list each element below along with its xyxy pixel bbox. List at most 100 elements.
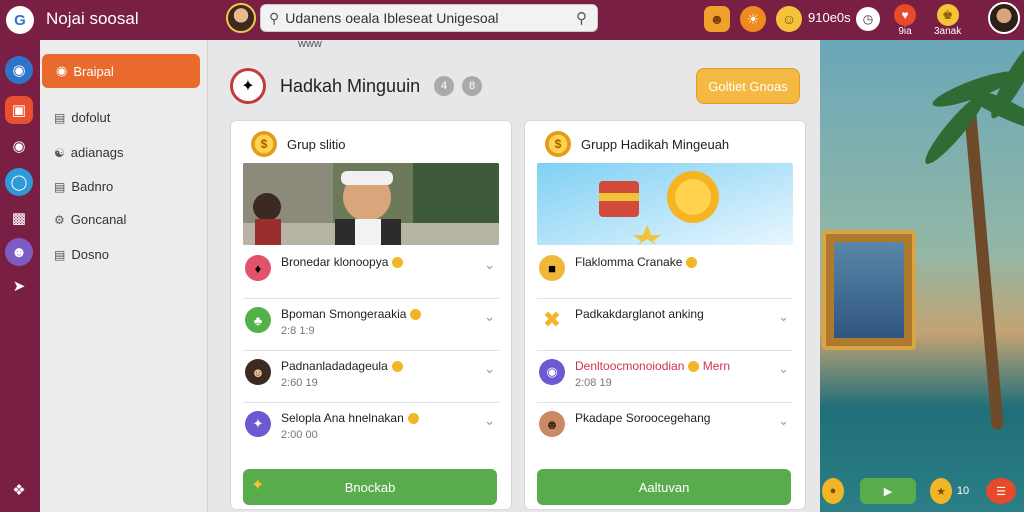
people-icon: ☯ bbox=[54, 145, 65, 160]
coin-badge-icon bbox=[686, 257, 698, 269]
game-bottom-bar: ● ▶ ★ 10 ☰ bbox=[820, 474, 1024, 510]
chat-icon[interactable]: ◯ bbox=[5, 168, 33, 196]
gift-icon: ♦ bbox=[245, 255, 271, 281]
coin-badge-icon bbox=[688, 361, 700, 373]
header-badge-1[interactable]: 4 bbox=[434, 76, 454, 96]
list-item-extra: Mern bbox=[702, 359, 731, 373]
sidebar-item-5-label: Dosno bbox=[71, 247, 109, 262]
list-item[interactable]: ✖ Padkakdarglanot anking ⌄ bbox=[537, 299, 793, 351]
right-card-title: Grupp Hadikah Mingeuah bbox=[581, 137, 730, 152]
sidebar-item-5[interactable]: ▤ Dosno bbox=[54, 247, 109, 262]
coin-badge-icon bbox=[392, 257, 404, 269]
group-icon[interactable]: ☻ bbox=[5, 238, 33, 266]
coin-button-icon[interactable]: ● bbox=[822, 478, 844, 504]
list-item-label: Selopla Ana hnelnakan bbox=[281, 411, 404, 425]
fire-icon[interactable]: ☀ bbox=[740, 6, 766, 32]
left-card-button[interactable]: ✦ Bnockab bbox=[243, 469, 497, 505]
chevron-down-icon[interactable]: ⌄ bbox=[484, 257, 495, 273]
mini-status-1-label: 9ia bbox=[898, 26, 912, 37]
arrow-right-icon[interactable]: ▶ bbox=[860, 478, 916, 504]
left-card-title: Grup slitio bbox=[287, 137, 346, 152]
coin-badge-icon bbox=[407, 413, 419, 425]
list-item[interactable]: ◉ Denltoocmonoiodian Mern 2:08 19 ⌄ bbox=[537, 351, 793, 403]
coin-badge-icon bbox=[410, 309, 422, 321]
person-avatar-icon: ☻ bbox=[245, 359, 271, 385]
list-item[interactable]: ■ Flaklomma Cranake bbox=[537, 247, 793, 299]
game-controller-icon[interactable]: ◉ bbox=[5, 132, 33, 160]
action-button[interactable]: Goltiet Gnoas bbox=[696, 68, 800, 104]
settings-icon[interactable]: ❖ bbox=[5, 476, 33, 504]
mini-status-2[interactable]: ♚ 3anak bbox=[934, 4, 961, 37]
search-icon: ⚲ bbox=[269, 9, 280, 26]
coin-icon: $ bbox=[251, 131, 277, 157]
star-icon: ✦ bbox=[251, 477, 265, 494]
chevron-down-icon[interactable]: ⌄ bbox=[484, 361, 495, 377]
search-bar[interactable]: ⚲ ⚲ bbox=[260, 4, 598, 32]
chevron-down-icon[interactable]: ⌄ bbox=[778, 361, 789, 377]
portrait-image bbox=[834, 242, 904, 338]
search-submit-icon[interactable]: ⚲ bbox=[576, 9, 587, 27]
chevron-down-icon[interactable]: ⌄ bbox=[484, 413, 495, 429]
trophy-icon: ♚ bbox=[936, 4, 959, 26]
friend-avatar[interactable] bbox=[226, 3, 256, 33]
list-item-time: 2:00 00 bbox=[281, 429, 318, 441]
portrait-frame[interactable] bbox=[822, 230, 916, 350]
list-item-time: 2:60 19 bbox=[281, 377, 318, 389]
sidebar-item-3[interactable]: ▤ Badnro bbox=[54, 179, 113, 194]
clock-icon[interactable]: ◷ bbox=[856, 7, 880, 31]
icon-rail: ◉ ▣ ◉ ◯ ▩ ☻ ➤ ❖ bbox=[0, 40, 40, 512]
left-card-photo[interactable] bbox=[243, 163, 499, 245]
sidebar-item-1-label: dofolut bbox=[71, 110, 111, 125]
right-card-button[interactable]: Aaltuvan bbox=[537, 469, 791, 505]
coin-badge-icon bbox=[391, 361, 403, 373]
globe-icon[interactable]: ◉ bbox=[5, 56, 33, 84]
document-icon: ▤ bbox=[54, 110, 66, 125]
sidebar-item-1[interactable]: ▤ dofolut bbox=[54, 110, 110, 125]
palm-tree bbox=[964, 110, 1004, 430]
mini-status-1[interactable]: ♥ 9ia bbox=[894, 4, 916, 37]
user-avatar[interactable] bbox=[988, 2, 1020, 34]
chevron-down-icon[interactable]: ⌄ bbox=[484, 309, 495, 325]
list-item[interactable]: ♦ Bronedar klonoopya ⌄ bbox=[243, 247, 499, 299]
list-item-label: Bronedar klonoopya bbox=[281, 255, 389, 269]
status-text: 910e0s bbox=[808, 10, 851, 25]
menu-icon[interactable]: ☰ bbox=[986, 478, 1016, 504]
gear-icon: ⚙ bbox=[54, 212, 65, 227]
sidebar-item-3-label: Badnro bbox=[71, 179, 114, 194]
list-item[interactable]: ✦ Selopla Ana hnelnakan 2:00 00 ⌄ bbox=[243, 403, 499, 455]
list-item[interactable]: ☻ Padnanladadageula 2:60 19 ⌄ bbox=[243, 351, 499, 403]
logo-letter: G bbox=[14, 11, 26, 29]
list-item-time: 2:8 1:9 bbox=[281, 325, 315, 337]
heart-icon: ♥ bbox=[894, 4, 916, 26]
sidebar-item-4-label: Goncanal bbox=[70, 212, 127, 227]
group-badge-icon: ✦ bbox=[230, 68, 266, 104]
calendar-icon[interactable]: ▣ bbox=[5, 96, 33, 124]
emoji-icon[interactable]: ☻ bbox=[704, 6, 730, 32]
list-item[interactable]: ☻ Pkadape Soroocegehang ⌄ bbox=[537, 403, 793, 455]
share-icon[interactable]: ➤ bbox=[5, 272, 33, 300]
list-item-label: Flaklomma Cranake bbox=[575, 255, 683, 269]
mini-status-2-label: 3anak bbox=[934, 26, 962, 37]
list-item[interactable]: ♣ Bpoman Smongeraakia 2:8 1:9 ⌄ bbox=[243, 299, 499, 351]
app-logo[interactable]: G bbox=[6, 6, 34, 34]
sidebar-item-4[interactable]: ⚙ Goncanal bbox=[54, 212, 126, 227]
list-item-label: Padkakdarglanot anking bbox=[575, 307, 704, 321]
top-bar: G Nojai soosal ⚲ ⚲ ☻ ☀ ☺ 910e0s ◷ ♥ 9ia … bbox=[0, 0, 1024, 40]
sidebar-item-2[interactable]: ☯ adianags bbox=[54, 145, 124, 160]
chevron-down-icon[interactable]: ⌄ bbox=[778, 309, 789, 325]
chart-icon[interactable]: ▩ bbox=[5, 204, 33, 232]
list-item-label: Bpoman Smongeraakia bbox=[281, 307, 407, 321]
badge-icon: ✦ bbox=[245, 411, 271, 437]
page-title: Hadkah Minguuin bbox=[280, 76, 421, 96]
smile-icon[interactable]: ☺ bbox=[776, 6, 802, 32]
sidebar-item-active[interactable]: ◉ Braipal bbox=[42, 54, 200, 88]
right-card-banner[interactable] bbox=[537, 163, 793, 245]
treasure-icon: ■ bbox=[539, 255, 565, 281]
chevron-down-icon[interactable]: ⌄ bbox=[778, 413, 789, 429]
search-input[interactable] bbox=[285, 10, 576, 26]
star-coin-icon[interactable]: ★ bbox=[930, 478, 952, 504]
person-avatar-icon: ☻ bbox=[539, 411, 565, 437]
header-badge-2[interactable]: 8 bbox=[462, 76, 482, 96]
right-card: $ Grupp Hadikah Mingeuah ■ Flaklomma Cra… bbox=[524, 120, 806, 510]
app-title: Nojai soosal bbox=[46, 9, 139, 28]
